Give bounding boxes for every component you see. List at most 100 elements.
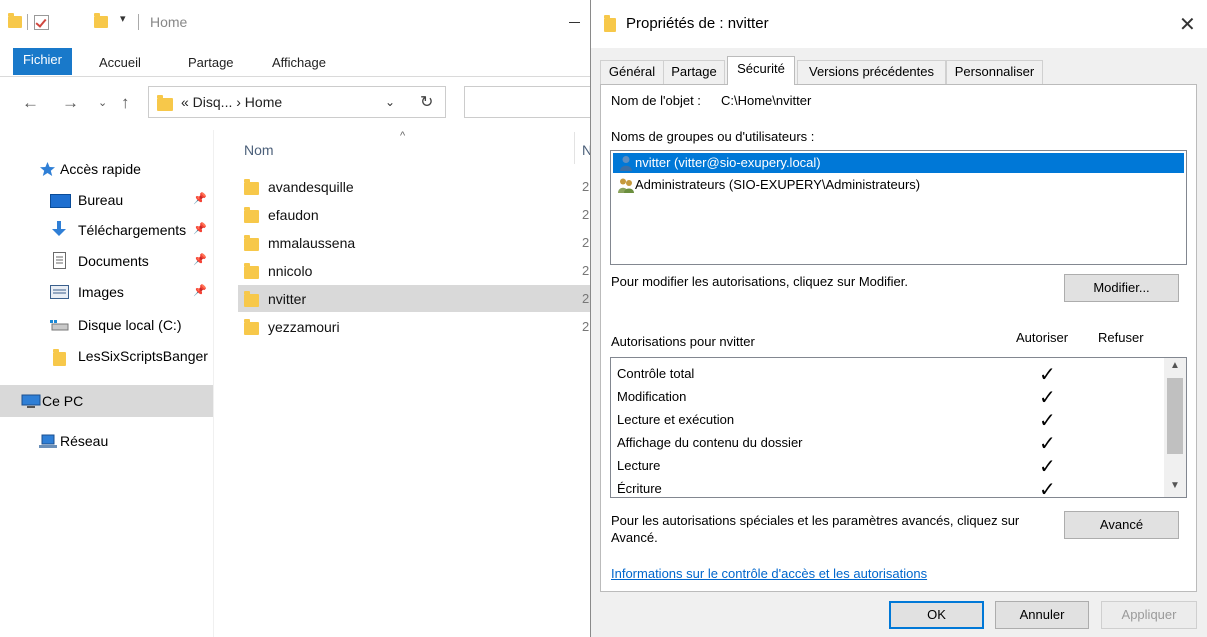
allow-check-icon: ✓: [1039, 456, 1056, 478]
tab-partage[interactable]: Partage: [663, 60, 725, 84]
file-date: 2: [582, 291, 590, 306]
group-icon: [618, 178, 634, 193]
advanced-hint-line1: Pour les autorisations spéciales et les …: [611, 513, 1020, 528]
dialog-titlebar[interactable]: Propriétés de : nvitter ✕: [591, 0, 1207, 48]
tab-accueil[interactable]: Accueil: [99, 52, 141, 74]
scroll-up-icon[interactable]: ▲: [1170, 360, 1180, 371]
user-label: Administrateurs (SIO-EXUPERY\Administrat…: [635, 177, 921, 192]
folder-icon: [157, 95, 173, 111]
user-label: nvitter (vitter@sio-exupery.local): [635, 155, 821, 170]
permission-name: Lecture: [617, 458, 661, 473]
properties-check-icon[interactable]: [34, 15, 49, 30]
permissions-list[interactable]: Contrôle total ✓ Modification ✓ Lecture …: [610, 357, 1187, 498]
refresh-icon[interactable]: ↻: [420, 92, 433, 112]
permission-row-modification: Modification ✓: [617, 387, 1163, 410]
customize-toolbar-dropdown-icon[interactable]: ▾: [120, 12, 126, 25]
file-row-mmalaussena[interactable]: mmalaussena 2: [238, 229, 591, 256]
tab-affichage[interactable]: Affichage: [272, 52, 326, 74]
navigation-pane: Accès rapide Bureau 📌 Téléchargements 📌 …: [0, 140, 213, 637]
recent-locations-chevron-icon[interactable]: ⌄: [98, 96, 107, 109]
tab-general[interactable]: Général: [600, 60, 664, 84]
allow-header: Autoriser: [1016, 330, 1069, 345]
access-control-info-link[interactable]: Informations sur le contrôle d'accès et …: [611, 566, 927, 581]
tab-fichier[interactable]: Fichier: [13, 48, 72, 75]
forward-arrow-icon[interactable]: →: [62, 93, 79, 113]
permission-name: Lecture et exécution: [617, 412, 735, 427]
modify-hint: Pour modifier les autorisations, cliquez…: [611, 274, 908, 289]
permission-name: Modification: [617, 389, 687, 404]
window-title: Home: [150, 14, 188, 30]
new-folder-icon[interactable]: [94, 13, 108, 28]
file-row-nnicolo[interactable]: nnicolo 2: [238, 257, 591, 284]
document-icon: [53, 252, 66, 269]
permission-row-affichage-contenu: Affichage du contenu du dossier ✓: [617, 433, 1163, 456]
ok-button[interactable]: OK: [889, 601, 984, 629]
minimize-icon[interactable]: [569, 22, 580, 23]
nav-item-label: Bureau: [78, 192, 124, 208]
tab-versions-precedentes[interactable]: Versions précédentes: [797, 60, 946, 84]
folder-icon: [244, 235, 259, 251]
user-icon: [620, 156, 632, 171]
nav-item-acces-rapide[interactable]: Accès rapide: [0, 156, 213, 182]
toolbar-separator: [27, 14, 28, 30]
nav-item-ce-pc[interactable]: Ce PC: [0, 385, 213, 417]
users-list[interactable]: nvitter (vitter@sio-exupery.local) Admin…: [610, 150, 1187, 265]
permissions-label: Autorisations pour nvitter: [611, 334, 755, 349]
address-bar[interactable]: « Disq... › Home ⌄ ↻: [148, 86, 446, 118]
cancel-button[interactable]: Annuler: [995, 601, 1089, 629]
pin-icon[interactable]: 📌: [193, 284, 207, 297]
file-date: 2: [582, 263, 590, 278]
nav-item-telechargements[interactable]: Téléchargements 📌: [0, 217, 213, 243]
column-header-nom[interactable]: Nom: [244, 142, 274, 158]
user-row-administrateurs[interactable]: Administrateurs (SIO-EXUPERY\Administrat…: [613, 175, 1184, 195]
allow-check-icon: ✓: [1039, 387, 1056, 409]
folder-icon: [244, 263, 259, 279]
chevron-down-icon[interactable]: ⌄: [385, 95, 395, 109]
file-row-nvitter[interactable]: nvitter 2: [238, 285, 591, 312]
address-path[interactable]: « Disq... › Home: [181, 94, 282, 110]
folder-icon: [244, 207, 259, 223]
nav-item-lessixscriptsbanger[interactable]: LesSixScriptsBanger: [0, 343, 213, 369]
tab-securite[interactable]: Sécurité: [727, 56, 795, 85]
tab-personnaliser[interactable]: Personnaliser: [946, 60, 1043, 84]
folder-icon: [53, 349, 66, 366]
scrollbar-thumb[interactable]: [1167, 378, 1183, 454]
nav-item-images[interactable]: Images 📌: [0, 279, 213, 305]
ribbon-tabs: Fichier Accueil Partage Affichage: [0, 48, 590, 77]
file-name: mmalaussena: [268, 235, 356, 251]
nav-item-reseau[interactable]: Réseau: [0, 428, 213, 454]
permission-row-controle-total: Contrôle total ✓: [617, 364, 1163, 387]
search-input[interactable]: [464, 86, 590, 118]
file-row-avandesquille[interactable]: avandesquille 2: [238, 173, 591, 200]
apply-button[interactable]: Appliquer: [1101, 601, 1197, 629]
scroll-down-icon[interactable]: ▼: [1170, 480, 1180, 491]
nav-item-bureau[interactable]: Bureau 📌: [0, 187, 213, 213]
tab-partage[interactable]: Partage: [188, 52, 234, 74]
up-arrow-icon[interactable]: ↑: [121, 93, 130, 113]
file-name: efaudon: [268, 207, 319, 223]
file-date: 2: [582, 207, 590, 222]
properties-dialog: Propriétés de : nvitter ✕ Général Partag…: [590, 0, 1207, 637]
file-date: 2: [582, 235, 590, 250]
permissions-scrollbar[interactable]: ▲ ▼: [1164, 358, 1186, 497]
nav-item-documents[interactable]: Documents 📌: [0, 248, 213, 274]
close-icon[interactable]: ✕: [1179, 12, 1196, 37]
image-icon: [50, 285, 69, 299]
advanced-button[interactable]: Avancé: [1064, 511, 1179, 539]
file-row-efaudon[interactable]: efaudon 2: [238, 201, 591, 228]
folder-icon[interactable]: [8, 13, 22, 28]
advanced-hint-line2: Avancé.: [611, 530, 658, 545]
nav-item-label: Accès rapide: [60, 161, 141, 177]
nav-item-disque-local[interactable]: Disque local (C:): [0, 312, 213, 338]
pin-icon[interactable]: 📌: [193, 222, 207, 235]
pin-icon[interactable]: 📌: [193, 192, 207, 205]
user-row-nvitter[interactable]: nvitter (vitter@sio-exupery.local): [613, 153, 1184, 173]
nav-item-label: Ce PC: [42, 393, 84, 409]
security-tab-panel: Nom de l'objet : C:\Home\nvitter Noms de…: [600, 84, 1197, 592]
pin-icon[interactable]: 📌: [193, 253, 207, 266]
back-arrow-icon[interactable]: ←: [22, 93, 39, 113]
modify-button[interactable]: Modifier...: [1064, 274, 1179, 302]
column-divider[interactable]: [574, 132, 575, 164]
file-row-yezzamouri[interactable]: yezzamouri 2: [238, 313, 591, 340]
allow-check-icon: ✓: [1039, 364, 1056, 386]
